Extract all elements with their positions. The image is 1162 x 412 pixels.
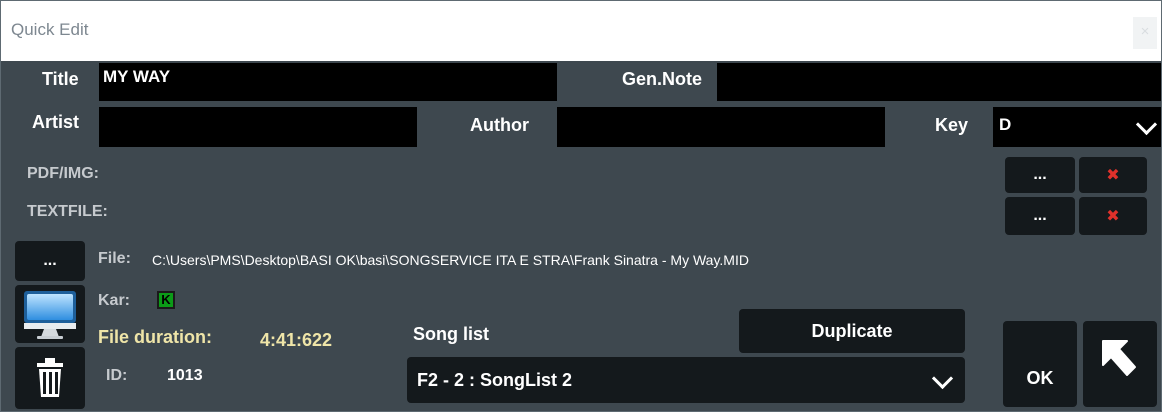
pdf-img-label: PDF/IMG: [27,165,99,182]
artist-label: Artist [32,112,80,132]
file-label: File: [98,250,131,267]
delete-button[interactable] [15,347,85,409]
ok-button[interactable]: OK [1003,321,1077,407]
pdf-remove-button[interactable]: ✖ [1079,157,1147,193]
file-duration-label: File duration: [98,327,212,347]
gen-note-input[interactable] [717,63,1161,101]
kar-label: Kar: [98,292,131,309]
chevron-down-icon [931,367,954,390]
textfile-browse-button[interactable]: ... [1005,197,1075,235]
id-label: ID: [106,367,128,384]
quick-edit-window: Quick Edit × Title MY WAY Gen.Note Artis… [0,0,1162,412]
trash-icon [37,358,63,397]
gen-note-label: Gen.Note [622,69,703,89]
song-list-label: Song list [413,324,489,344]
duplicate-button[interactable]: Duplicate [739,309,965,353]
window-title: Quick Edit [11,20,89,39]
song-list-select[interactable]: F2 - 2 : SongList 2 [407,357,965,403]
title-bar: Quick Edit × [1,1,1161,61]
chevron-down-icon [1135,113,1158,136]
kar-badge: K [157,291,175,309]
key-label: Key [935,115,969,135]
author-input[interactable] [557,107,885,147]
monitor-button[interactable] [15,285,85,343]
artist-input[interactable] [99,107,417,147]
monitor-icon [24,291,76,339]
close-button[interactable]: × [1133,17,1157,49]
file-browse-button[interactable]: ... [15,241,85,281]
file-path: C:\Users\PMS\Desktop\BASI OK\basi\SONGSE… [152,252,749,268]
title-input[interactable]: MY WAY [99,63,557,101]
pdf-browse-button[interactable]: ... [1005,157,1075,193]
song-list-selected: F2 - 2 : SongList 2 [417,370,573,390]
key-value: D [999,115,1012,134]
title-label: Title [42,69,79,89]
cursor-arrow-icon [1102,340,1136,376]
id-value: 1013 [167,367,203,384]
key-select[interactable]: D [993,107,1161,147]
back-button[interactable] [1083,321,1157,407]
textfile-remove-button[interactable]: ✖ [1079,197,1147,235]
file-duration-value: 4:41:622 [260,330,333,350]
author-label: Author [470,115,529,135]
textfile-label: TEXTFILE: [27,203,108,220]
